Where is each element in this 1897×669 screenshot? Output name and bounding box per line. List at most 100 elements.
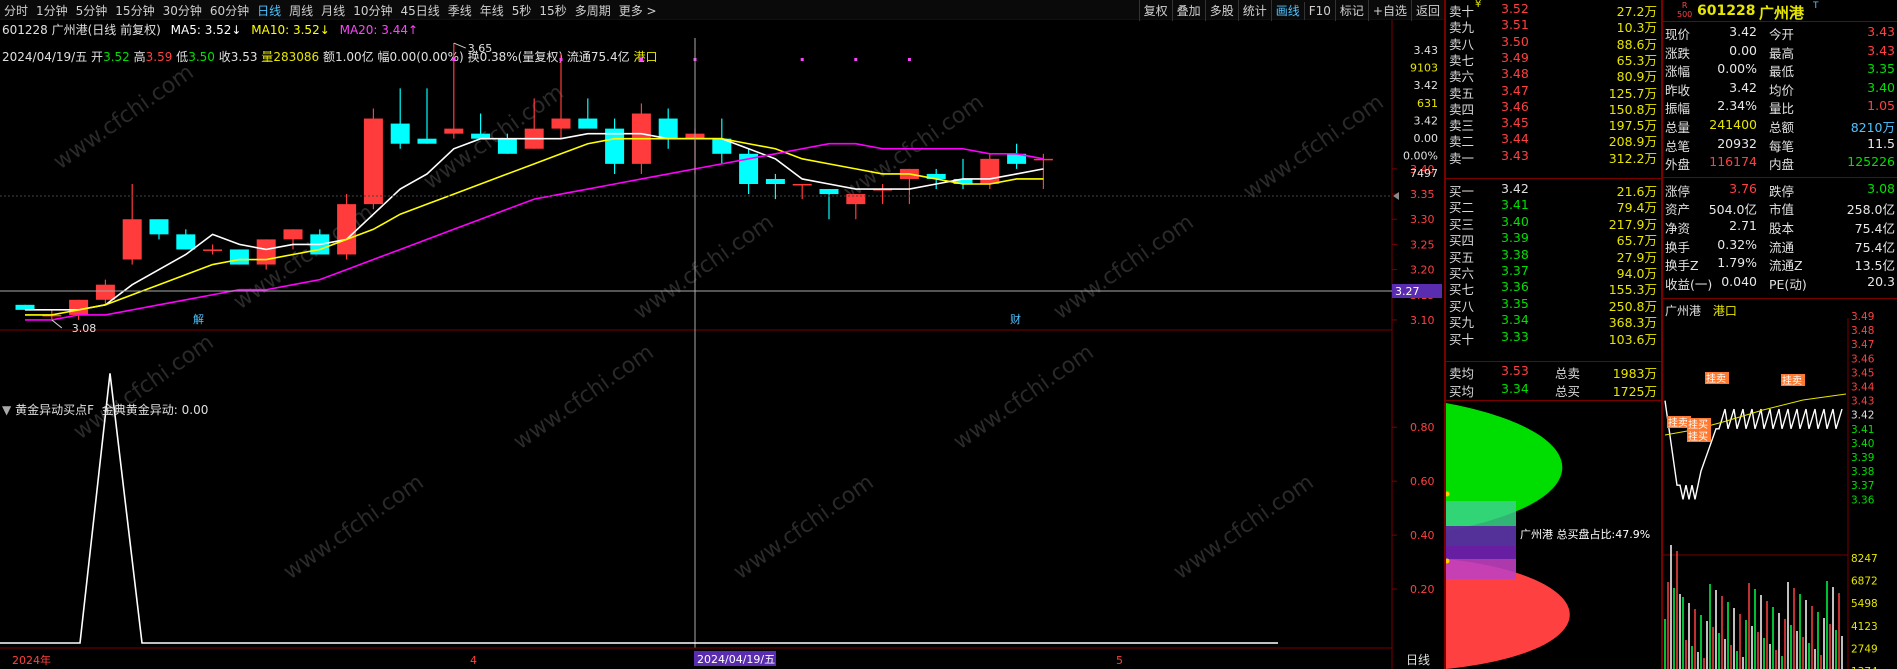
quote-label: PE(动): [1769, 276, 1807, 292]
tool-button-1[interactable]: 叠加: [1171, 0, 1205, 21]
watermark-text: www.cfchi.com: [949, 340, 1098, 455]
period-tab-14[interactable]: 15秒: [535, 0, 570, 21]
watermark-text: www.cfchi.com: [49, 60, 198, 175]
quote-value: 504.0亿: [1708, 202, 1757, 218]
buy-level-6[interactable]: 买六 3.37 94.0万: [1447, 263, 1657, 281]
mini-price-tick: 3.36: [1851, 494, 1875, 506]
period-tab-11[interactable]: 季线: [444, 0, 476, 21]
tool-button-5[interactable]: F10: [1303, 2, 1335, 20]
period-tab-3[interactable]: 15分钟: [111, 0, 158, 21]
quote-row-7: 外盘 116174 内盘 125226: [1663, 154, 1897, 173]
sell-level-4[interactable]: 卖四 3.46 150.8万: [1447, 99, 1657, 117]
sub-indicator-name[interactable]: 黄金异动买点F: [15, 403, 94, 417]
kline-chart[interactable]: 3.403.353.303.253.203.153.103.4391033.42…: [0, 20, 1444, 669]
stock-name[interactable]: 广州港: [1759, 2, 1804, 23]
period-tab-1[interactable]: 1分钟: [32, 0, 72, 21]
tool-button-0[interactable]: 复权: [1138, 0, 1172, 21]
buy-level-7[interactable]: 买七 3.36 155.3万: [1447, 279, 1657, 297]
tool-button-4[interactable]: 画线: [1270, 0, 1304, 21]
period-tab-4[interactable]: 30分钟: [159, 0, 206, 21]
quote-header: R 500 601228 广州港 T: [1663, 0, 1897, 22]
sub-indicator-collapse-icon[interactable]: ▼: [2, 403, 11, 417]
watermark-text: www.cfchi.com: [1049, 210, 1198, 325]
period-tab-13[interactable]: 5秒: [508, 0, 536, 21]
buy-level-8[interactable]: 买八 3.35 250.8万: [1447, 296, 1657, 314]
sell-level-6-px: 3.48: [1501, 66, 1529, 82]
quote-label: 总量: [1665, 120, 1691, 135]
watermark-text: www.cfchi.com: [1239, 90, 1388, 205]
avg-sell-row: 卖均 3.53 总卖 1983万: [1447, 363, 1657, 381]
quote-label: 市值: [1769, 202, 1795, 218]
watermark-text: www.cfchi.com: [69, 330, 218, 445]
tool-button-7[interactable]: +自选: [1367, 0, 1411, 21]
period-tab-10[interactable]: 45日线: [396, 0, 443, 21]
buy-level-10-px: 3.33: [1501, 328, 1529, 344]
sell-level-2-px: 3.44: [1501, 131, 1529, 147]
quote-label: 流通Z: [1769, 258, 1803, 274]
candle-body: [1033, 158, 1053, 161]
candle-body: [69, 299, 89, 315]
buy-level-1[interactable]: 买一 3.42 21.6万: [1447, 181, 1657, 199]
quote-label: 最低: [1769, 64, 1795, 80]
event-mark-cai: 财: [1010, 312, 1021, 326]
period-tab-8[interactable]: 月线: [317, 0, 349, 21]
order-book-divider-2: [1446, 361, 1662, 362]
mini-price-tick: 3.42: [1851, 410, 1874, 422]
period-toolbar: 分时 1分钟 5分钟 15分钟 30分钟 60分钟 日线 周线 月线 10分钟 45日线 季线 年线 5秒…: [0, 0, 1444, 21]
period-tab-16[interactable]: 更多 >: [615, 0, 661, 21]
period-tab-0[interactable]: 分时: [0, 0, 32, 21]
period-tab-2[interactable]: 5分钟: [72, 0, 112, 21]
sell-level-3[interactable]: 卖三 3.45 197.5万: [1447, 115, 1657, 133]
period-tab-15[interactable]: 多周期: [571, 0, 615, 21]
candle-body: [444, 128, 464, 134]
buy-level-5[interactable]: 买五 3.38 27.9万: [1447, 247, 1657, 265]
tool-button-2[interactable]: 多股: [1204, 0, 1238, 21]
watermark-text: www.cfchi.com: [419, 80, 568, 195]
intraday-mini-chart[interactable]: 3.49 3.48 3.47 3.46 3.45 3.44 3.43 3.42 3.41 3.40…: [1663, 300, 1897, 669]
sell-level-2[interactable]: 卖二 3.44 208.9万: [1447, 131, 1657, 149]
mini-price-tick: 3.44: [1851, 382, 1875, 394]
buy-level-9[interactable]: 买九 3.34 368.3万: [1447, 312, 1657, 330]
sell-level-7[interactable]: 卖七 3.49 65.3万: [1447, 49, 1657, 68]
quote-row-4: 振幅 2.34% 量比 1.05: [1663, 98, 1897, 117]
price-tick-label: 3.10: [1410, 314, 1435, 327]
quote-row-11: 换手 0.32% 流通 75.4亿: [1663, 237, 1897, 256]
avg-sell-vol: 1983万: [1612, 366, 1657, 381]
tool-button-8[interactable]: 返回: [1410, 0, 1444, 21]
sell-level-10[interactable]: 卖十 3.52 27.2万 ¥: [1447, 0, 1657, 19]
axis-readout: 9103: [1410, 62, 1438, 75]
quote-value: 125226: [1847, 154, 1895, 170]
quote-value: 3.43: [1867, 42, 1895, 58]
sell-level-6[interactable]: 卖六 3.48 80.9万: [1447, 66, 1657, 84]
sell-level-1[interactable]: 卖一 3.43 312.2万: [1447, 148, 1657, 166]
sell-level-9[interactable]: 卖九 3.51 10.3万: [1447, 17, 1657, 35]
period-tab-5[interactable]: 60分钟: [206, 0, 253, 21]
quote-label: 总笔: [1665, 138, 1691, 154]
buy-level-4[interactable]: 买四 3.39 65.7万: [1447, 230, 1657, 248]
tool-button-3[interactable]: 统计: [1237, 0, 1271, 21]
axis-readout: 7497: [1410, 167, 1438, 180]
date-label: 4: [470, 654, 477, 667]
period-tab-12[interactable]: 年线: [476, 0, 508, 21]
candle-body: [256, 239, 276, 265]
period-tab-6[interactable]: 日线: [253, 0, 285, 21]
quote-row-8: 涨停 3.76 跌停 3.08: [1663, 181, 1897, 200]
sell-level-5[interactable]: 卖五 3.47 125.7万: [1447, 83, 1657, 101]
quote-row-5: 总量 241400 总额 8210万: [1663, 117, 1897, 136]
tool-button-6[interactable]: 标记: [1334, 0, 1368, 21]
buy-level-2[interactable]: 买二 3.41 79.4万: [1447, 197, 1657, 215]
quote-label: 跌停: [1769, 183, 1795, 199]
sell-level-7-px: 3.49: [1501, 49, 1529, 65]
quote-label: 涨幅: [1665, 64, 1691, 80]
quote-label: 每笔: [1769, 138, 1795, 154]
period-tab-7[interactable]: 周线: [285, 0, 317, 21]
buy-level-10[interactable]: 买十 3.33 103.6万: [1447, 328, 1657, 347]
sell-level-8[interactable]: 卖八 3.50 88.6万: [1447, 34, 1657, 52]
quote-value: 3.42: [1729, 79, 1757, 95]
sell-level-1-vol: 312.2万: [1608, 150, 1657, 166]
yen-flag-icon: ¥: [1475, 0, 1482, 10]
period-tab-9[interactable]: 10分钟: [349, 0, 396, 21]
buy-level-3[interactable]: 买三 3.40 217.9万: [1447, 214, 1657, 232]
quote-label: 资产: [1665, 202, 1691, 218]
price-tick-label: 3.20: [1410, 264, 1435, 277]
